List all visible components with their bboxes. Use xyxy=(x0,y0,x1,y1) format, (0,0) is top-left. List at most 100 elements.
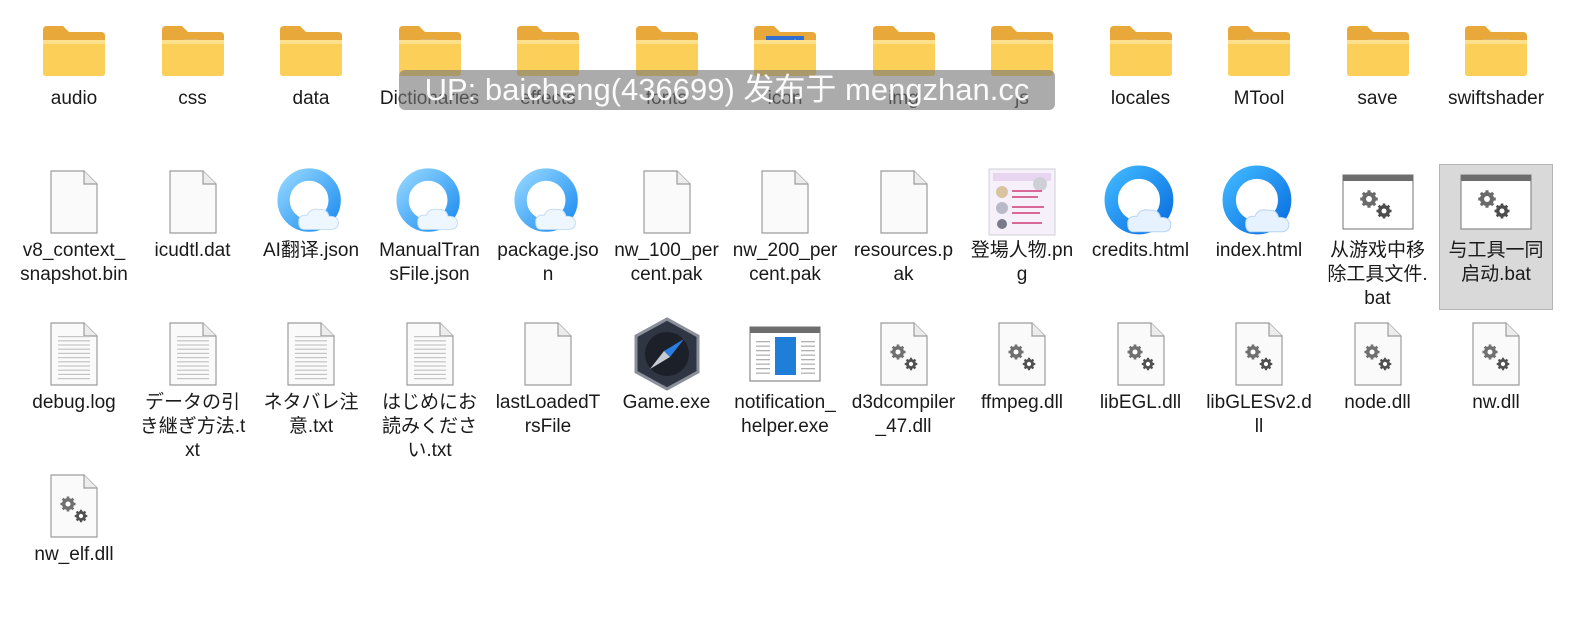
file-item[interactable]: 登場人物.png xyxy=(965,164,1079,310)
batch-file-icon xyxy=(1322,165,1434,239)
watermark: UP: baicheng(436699) 发布于 mengzhan.cc xyxy=(399,70,1055,110)
browser-icon xyxy=(1203,165,1315,239)
browser-icon xyxy=(1085,165,1197,239)
text-file-icon xyxy=(137,317,249,391)
file-label: libGLESv2.dll xyxy=(1206,392,1312,437)
file-label: 与工具一同启动.bat xyxy=(1448,240,1544,285)
blank-file-icon xyxy=(18,165,130,239)
dll-file-icon xyxy=(848,317,960,391)
text-file-icon xyxy=(255,317,367,391)
file-item[interactable]: node.dll xyxy=(1321,316,1435,462)
file-label: audio xyxy=(50,88,98,109)
file-item[interactable]: data xyxy=(254,12,368,158)
dll-file-icon xyxy=(1322,317,1434,391)
file-label: node.dll xyxy=(1344,392,1411,413)
file-label: save xyxy=(1357,88,1398,109)
file-item[interactable]: AI翻译.json xyxy=(254,164,368,310)
file-label: libEGL.dll xyxy=(1099,392,1182,413)
file-item[interactable]: はじめにお読みください.txt xyxy=(373,316,487,462)
file-item[interactable]: save xyxy=(1321,12,1435,158)
blank-file-icon xyxy=(492,317,604,391)
file-label: notification_helper.exe xyxy=(734,392,836,437)
dll-file-icon xyxy=(1085,317,1197,391)
file-label: 从游戏中移除工具文件.bat xyxy=(1327,240,1428,309)
file-label: ネタバレ注意.txt xyxy=(263,392,359,437)
file-item[interactable]: nw_100_percent.pak xyxy=(610,164,724,310)
file-label: css xyxy=(178,88,207,109)
file-label: lastLoadedTrsFile xyxy=(495,392,601,437)
dll-file-icon xyxy=(1203,317,1315,391)
file-label: Game.exe xyxy=(622,392,711,413)
browser-file-icon xyxy=(492,165,604,239)
file-item[interactable]: package.json xyxy=(491,164,605,310)
file-item[interactable]: libEGL.dll xyxy=(1084,316,1198,462)
file-label: データの引き継ぎ方法.txt xyxy=(139,392,246,461)
blank-file-icon xyxy=(611,165,723,239)
folder-icon xyxy=(255,13,367,87)
file-item[interactable]: Game.exe xyxy=(610,316,724,462)
image-thumbnail-icon xyxy=(966,165,1078,239)
file-label: locales xyxy=(1110,88,1171,109)
file-item[interactable]: lastLoadedTrsFile xyxy=(491,316,605,462)
batch-file-icon xyxy=(1440,165,1552,239)
browser-file-icon xyxy=(255,165,367,239)
file-item[interactable]: MTool xyxy=(1202,12,1316,158)
file-label: nw.dll xyxy=(1472,392,1520,413)
dll-file-icon xyxy=(966,317,1078,391)
file-item[interactable]: ネタバレ注意.txt xyxy=(254,316,368,462)
dll-file-icon xyxy=(18,469,130,543)
folder-icon xyxy=(18,13,130,87)
blank-file-icon xyxy=(729,165,841,239)
file-label: d3dcompiler_47.dll xyxy=(851,392,956,437)
blank-file-icon xyxy=(848,165,960,239)
compass-app-icon xyxy=(611,317,723,391)
file-item[interactable]: icudtl.dat xyxy=(136,164,250,310)
file-item[interactable]: index.html xyxy=(1202,164,1316,310)
file-item[interactable]: swiftshader xyxy=(1439,12,1553,158)
text-file-icon xyxy=(18,317,130,391)
file-item[interactable]: ManualTransFile.json xyxy=(373,164,487,310)
file-label: package.json xyxy=(497,240,599,285)
file-label: ffmpeg.dll xyxy=(980,392,1064,413)
app-window-icon xyxy=(729,317,841,391)
folder-icon xyxy=(1440,13,1552,87)
folder-icon xyxy=(1322,13,1434,87)
dll-file-icon xyxy=(1440,317,1552,391)
file-item[interactable]: nw.dll xyxy=(1439,316,1553,462)
file-item[interactable]: データの引き継ぎ方法.txt xyxy=(136,316,250,462)
file-item[interactable]: css xyxy=(136,12,250,158)
browser-file-icon xyxy=(374,165,486,239)
file-label: resources.pak xyxy=(853,240,954,285)
blank-file-icon xyxy=(137,165,249,239)
file-item[interactable]: locales xyxy=(1084,12,1198,158)
file-item[interactable]: notification_helper.exe xyxy=(728,316,842,462)
file-item[interactable]: nw_elf.dll xyxy=(17,468,131,614)
file-label: ManualTransFile.json xyxy=(379,240,480,285)
file-item[interactable]: audio xyxy=(17,12,131,158)
file-item[interactable]: credits.html xyxy=(1084,164,1198,310)
file-label: debug.log xyxy=(32,392,116,413)
folder-icon xyxy=(1085,13,1197,87)
file-item[interactable]: d3dcompiler_47.dll xyxy=(847,316,961,462)
file-item[interactable]: resources.pak xyxy=(847,164,961,310)
file-label: swiftshader xyxy=(1447,88,1545,109)
text-file-icon xyxy=(374,317,486,391)
file-label: nw_elf.dll xyxy=(34,544,114,565)
file-label: icudtl.dat xyxy=(154,240,231,261)
file-label: はじめにお読みください.txt xyxy=(381,392,477,461)
file-item[interactable]: debug.log xyxy=(17,316,131,462)
file-item[interactable]: libGLESv2.dll xyxy=(1202,316,1316,462)
file-label: MTool xyxy=(1233,88,1285,109)
file-label: AI翻译.json xyxy=(262,240,360,261)
file-label: 登場人物.png xyxy=(970,240,1074,285)
folder-icon xyxy=(1203,13,1315,87)
file-item[interactable]: 与工具一同启动.bat xyxy=(1439,164,1553,310)
file-label: nw_200_percent.pak xyxy=(732,240,838,285)
file-item[interactable]: v8_context_snapshot.bin xyxy=(17,164,131,310)
file-item[interactable]: nw_200_percent.pak xyxy=(728,164,842,310)
file-label: nw_100_percent.pak xyxy=(614,240,719,285)
folder-icon xyxy=(137,13,249,87)
file-item[interactable]: ffmpeg.dll xyxy=(965,316,1079,462)
file-label: credits.html xyxy=(1091,240,1190,261)
file-item[interactable]: 从游戏中移除工具文件.bat xyxy=(1321,164,1435,310)
